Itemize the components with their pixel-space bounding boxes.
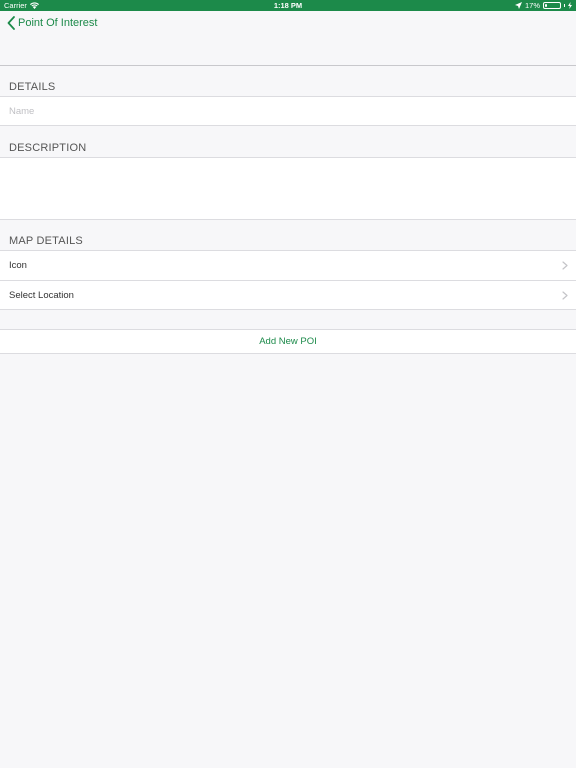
status-time: 1:18 PM [273, 1, 303, 10]
status-right: 17% [514, 1, 572, 10]
back-button[interactable]: Point Of Interest [6, 16, 97, 30]
map-details-header: MAP DETAILS [9, 235, 83, 247]
description-cell [0, 157, 576, 220]
icon-row-label: Icon [9, 260, 27, 271]
details-header: DETAILS [9, 81, 56, 93]
select-location-row-label: Select Location [9, 289, 74, 301]
battery-icon [543, 2, 561, 9]
description-textarea[interactable] [0, 158, 576, 219]
charging-icon [568, 2, 572, 9]
name-cell [0, 96, 576, 126]
icon-row[interactable]: Icon [0, 251, 576, 280]
description-header: DESCRIPTION [9, 142, 87, 154]
battery-fill [545, 4, 547, 7]
carrier-label: Carrier [4, 1, 27, 10]
status-left: Carrier [4, 1, 39, 10]
add-new-poi-label: Add New POI [259, 336, 317, 347]
select-location-row[interactable]: Select Location [0, 280, 576, 309]
chevron-right-icon [562, 261, 568, 270]
location-arrow-icon [514, 2, 522, 9]
wifi-icon [29, 2, 39, 9]
chevron-right-icon [562, 291, 568, 300]
navigation-bar: Point Of Interest [0, 11, 576, 66]
status-bar: Carrier 1:18 PM 17% [0, 0, 576, 11]
back-button-label: Point Of Interest [18, 17, 98, 29]
battery-percent: 17% [524, 1, 540, 10]
add-new-poi-button[interactable]: Add New POI [0, 329, 576, 354]
chevron-left-icon [7, 16, 15, 30]
map-details-group: Icon Select Location [0, 250, 576, 310]
name-input[interactable] [0, 97, 576, 125]
battery-tip [564, 4, 565, 7]
